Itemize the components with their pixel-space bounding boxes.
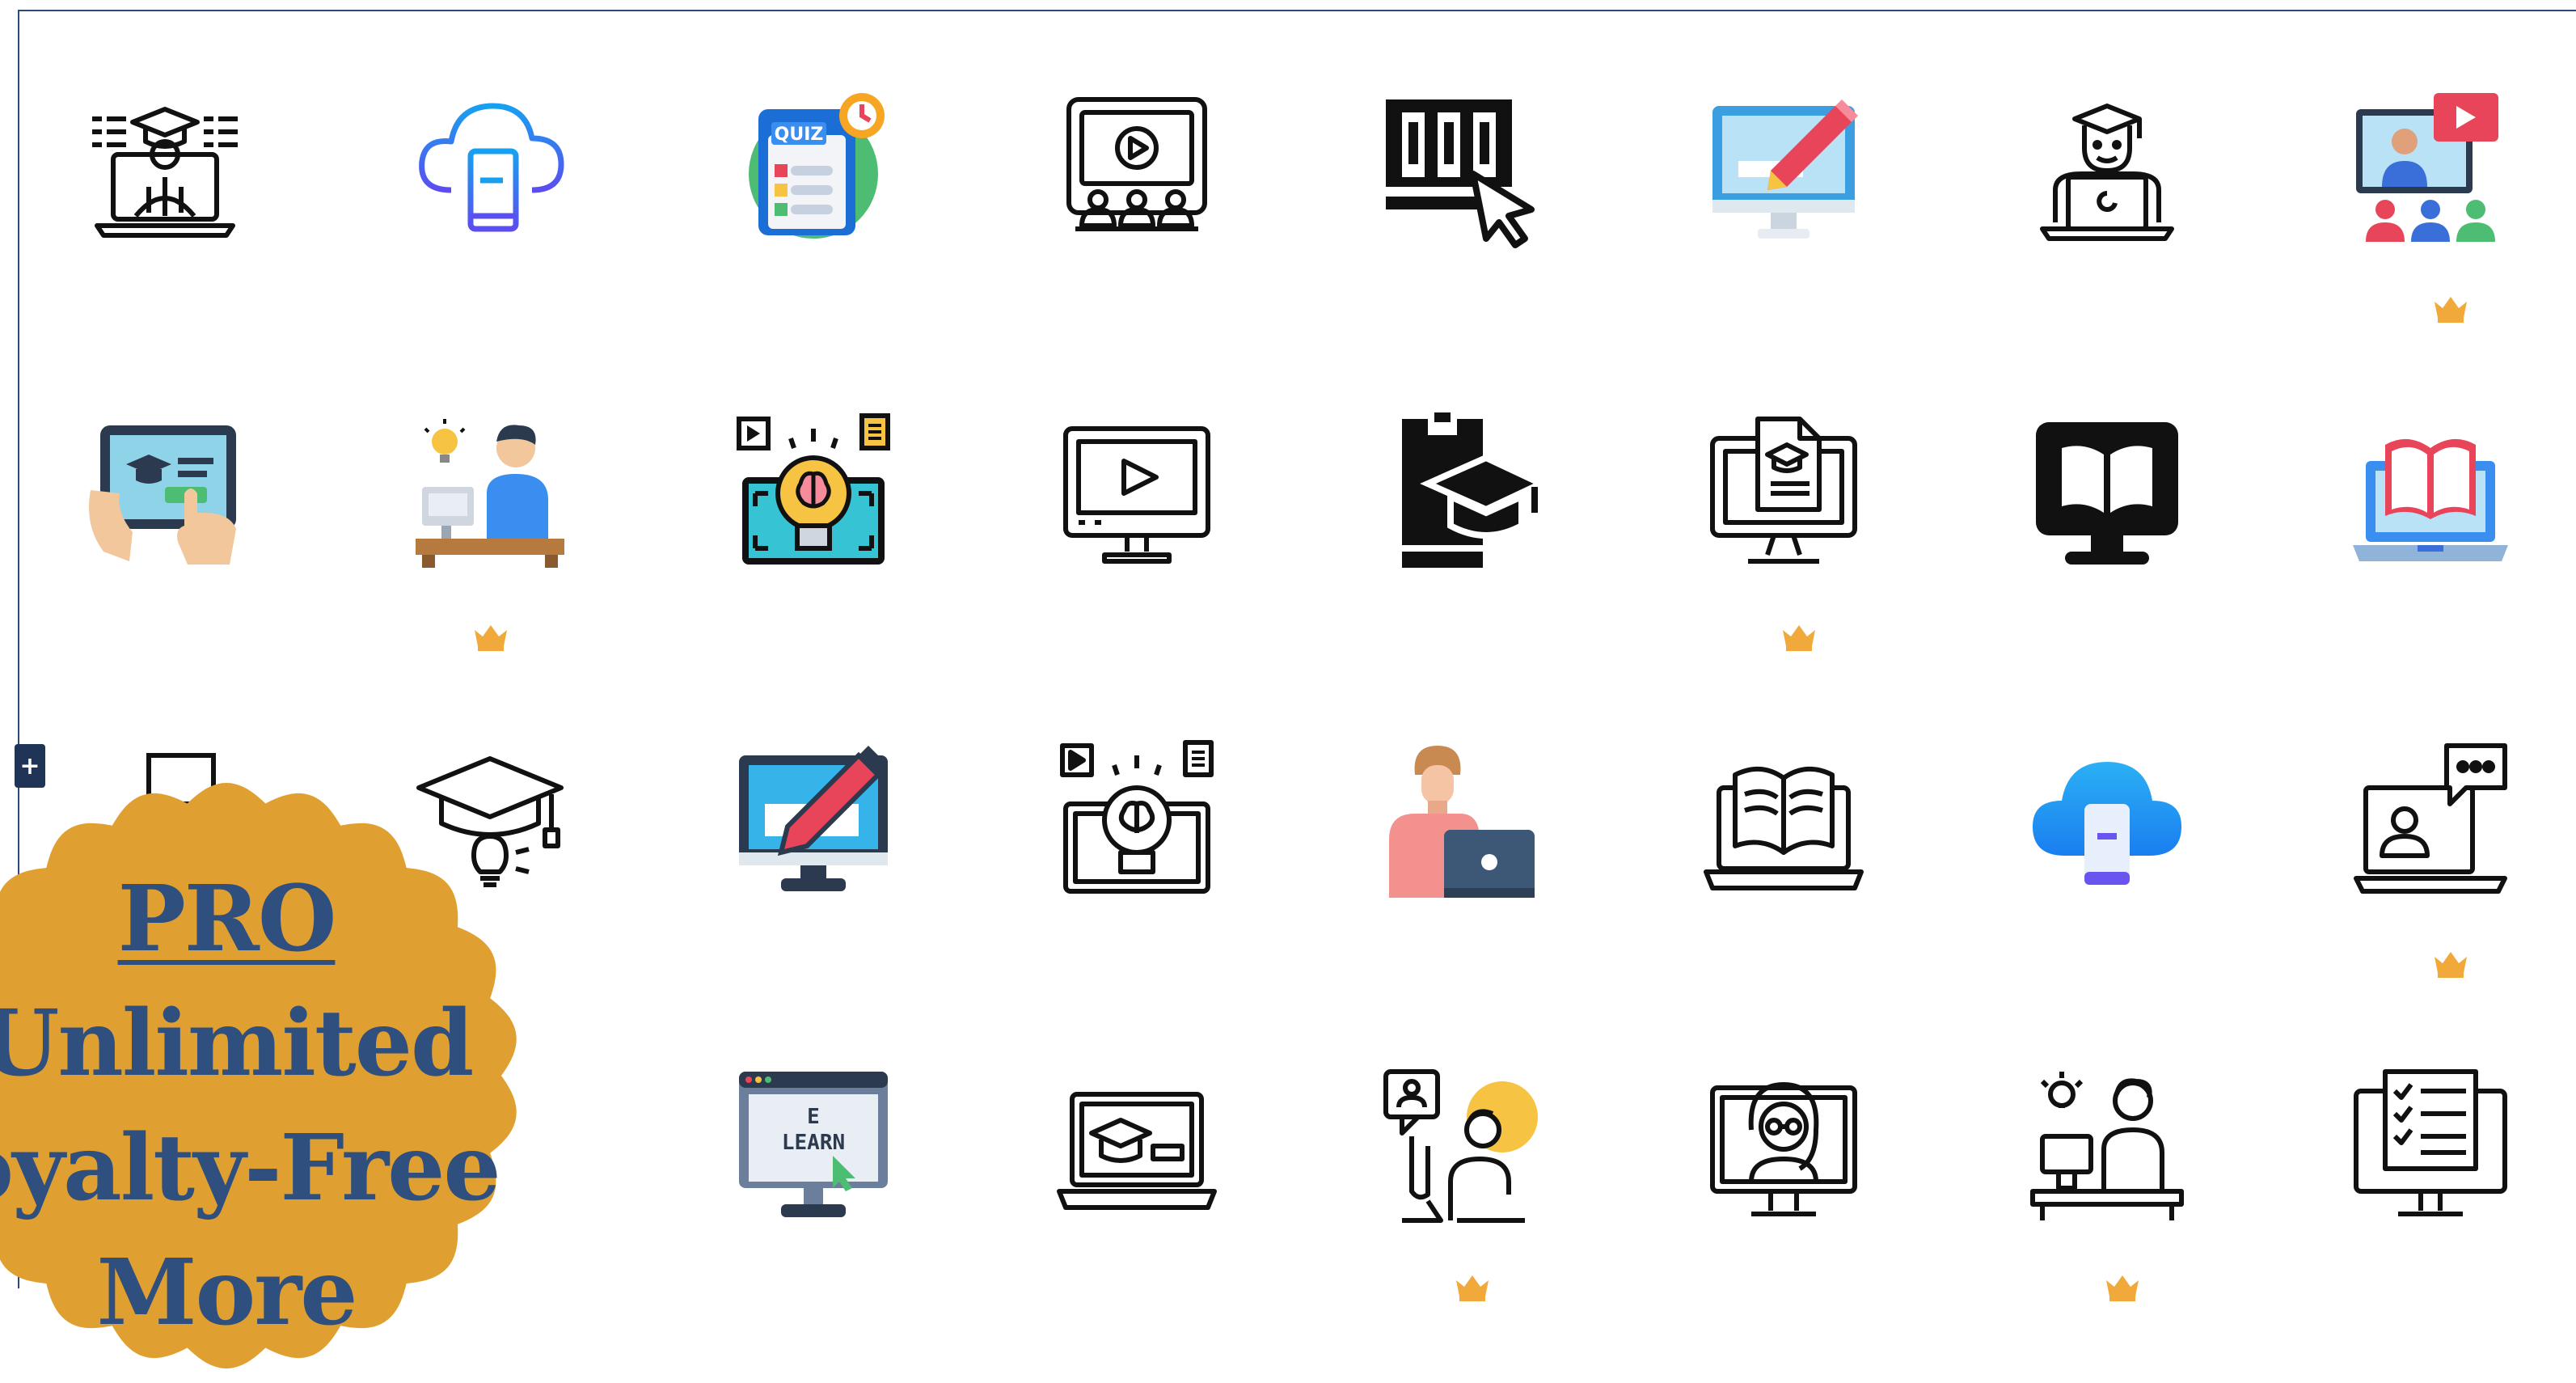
pro-crown-icon bbox=[2431, 292, 2470, 324]
online-graduate-laptop-icon[interactable] bbox=[84, 87, 246, 248]
promo-text: PRO Unlimited oyalty-Free More bbox=[0, 857, 526, 1356]
laptop-graduation-icon[interactable] bbox=[1056, 1065, 1218, 1227]
svg-text:LEARN: LEARN bbox=[782, 1131, 845, 1155]
tablet-graduation-icon[interactable] bbox=[84, 412, 246, 574]
monitor-pencil-icon[interactable] bbox=[1703, 87, 1864, 248]
monitor-diploma-icon[interactable] bbox=[1703, 412, 1864, 574]
phone-graduation-icon[interactable] bbox=[1379, 412, 1541, 574]
pro-crown-icon bbox=[1453, 1271, 1492, 1303]
student-question-icon[interactable] bbox=[1379, 1065, 1541, 1227]
pro-crown-icon bbox=[471, 620, 510, 653]
video-chat-icon[interactable] bbox=[2350, 739, 2511, 901]
monitor-book-icon[interactable] bbox=[2026, 412, 2188, 574]
brain-bulb-screen-icon[interactable] bbox=[733, 412, 894, 574]
promo-more-label: More bbox=[96, 1240, 358, 1346]
pro-crown-icon bbox=[2431, 947, 2470, 979]
person-laptop-icon[interactable] bbox=[1379, 739, 1541, 901]
cloud-phone-icon[interactable] bbox=[2026, 739, 2188, 901]
video-presentation-icon[interactable] bbox=[1056, 87, 1218, 248]
student-desk-bulb-icon[interactable] bbox=[2026, 1065, 2188, 1227]
add-button[interactable]: + bbox=[15, 744, 45, 788]
quiz-icon[interactable]: QUIZ bbox=[733, 87, 894, 248]
monitor-play-icon[interactable] bbox=[1056, 412, 1218, 574]
svg-text:E: E bbox=[807, 1105, 820, 1129]
e-learn-monitor-icon[interactable]: E LEARN bbox=[733, 1065, 894, 1227]
plus-icon: + bbox=[19, 751, 40, 780]
library-click-icon[interactable] bbox=[1379, 87, 1541, 248]
promo-unlimited-label: Unlimited bbox=[0, 991, 474, 1097]
monitor-pencil-flat-icon[interactable] bbox=[733, 739, 894, 901]
pro-crown-icon bbox=[2103, 1271, 2142, 1303]
brain-bulb-line-icon[interactable] bbox=[1056, 739, 1218, 901]
student-laptop-icon[interactable] bbox=[2026, 87, 2188, 248]
laptop-open-book-icon[interactable] bbox=[1703, 739, 1864, 901]
promo-pro-label: PRO bbox=[117, 866, 337, 972]
promo-royalty-free-label: oyalty-Free bbox=[0, 1115, 501, 1221]
pro-promo-badge[interactable]: PRO Unlimited oyalty-Free More bbox=[0, 736, 574, 1383]
video-conference-icon[interactable] bbox=[2350, 87, 2511, 248]
student-desk-idea-icon[interactable] bbox=[409, 412, 571, 574]
cloud-book-icon[interactable] bbox=[409, 87, 571, 248]
laptop-book-icon[interactable] bbox=[2350, 412, 2511, 574]
pro-crown-icon bbox=[1780, 620, 1818, 653]
teacher-monitor-icon[interactable] bbox=[1703, 1065, 1864, 1227]
monitor-checklist-icon[interactable] bbox=[2350, 1065, 2511, 1227]
svg-text:QUIZ: QUIZ bbox=[775, 125, 824, 145]
